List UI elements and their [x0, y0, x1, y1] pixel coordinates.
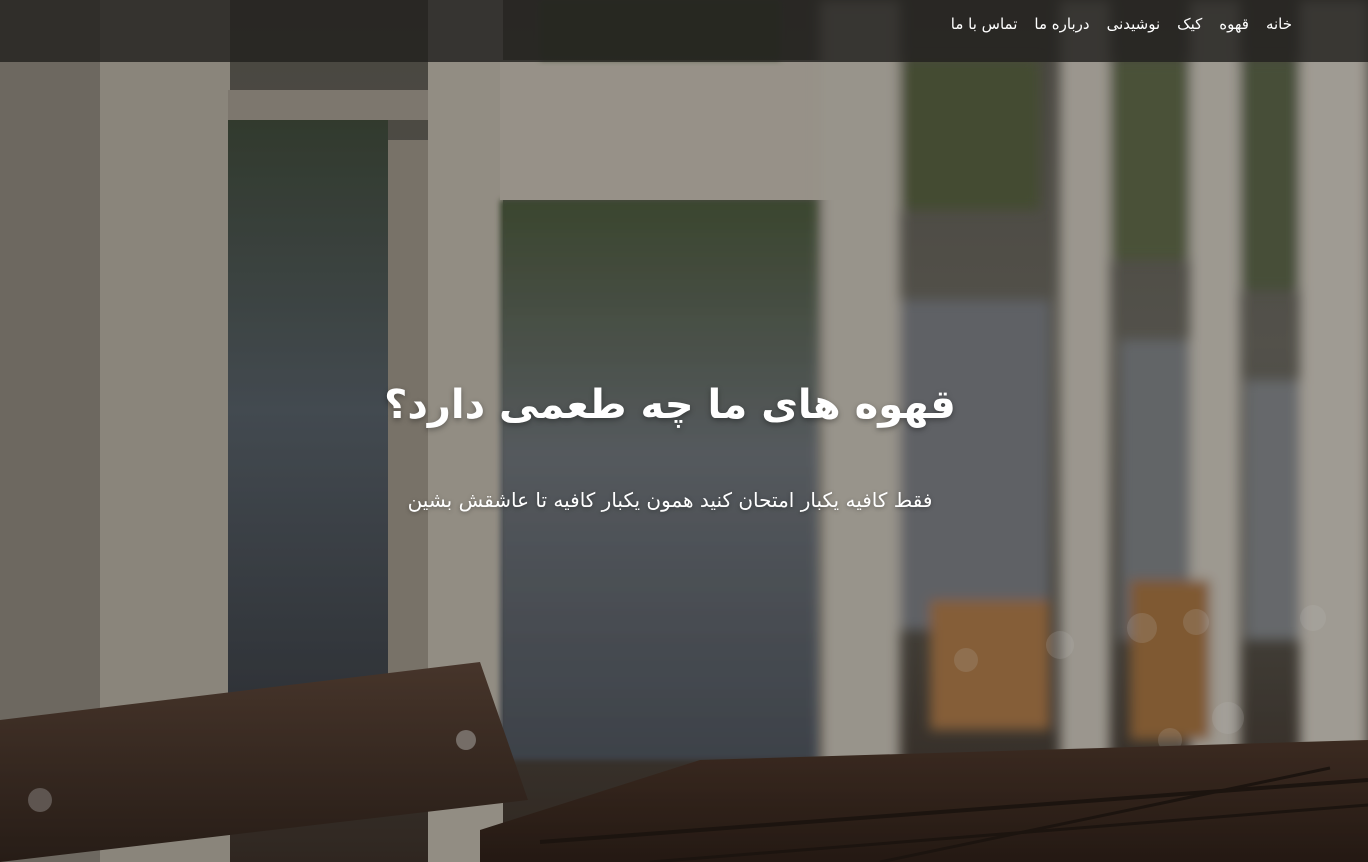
hero-background — [0, 0, 1368, 862]
nav-item-about: درباره ما — [1034, 14, 1089, 33]
nav-item-home: خانه — [1266, 14, 1292, 33]
nav-link-home[interactable]: خانه — [1266, 15, 1292, 33]
nav-item-contact: تماس با ما — [951, 14, 1018, 33]
nav-link-cake[interactable]: کیک — [1177, 15, 1202, 33]
nav-item-cake: کیک — [1177, 14, 1202, 33]
background-overlay — [0, 0, 1368, 862]
hero-subtitle: فقط کافیه یکبار امتحان کنید همون یکبار ک… — [407, 488, 933, 512]
nav-link-contact[interactable]: تماس با ما — [951, 15, 1018, 33]
nav-item-drinks: نوشیدنی — [1107, 14, 1161, 33]
nav-link-coffee[interactable]: قهوه — [1219, 15, 1249, 33]
nav-item-coffee: قهوه — [1219, 14, 1249, 33]
hero-title: قهوه های ما چه طعمی دارد؟ — [384, 382, 956, 428]
top-navbar: خانه قهوه کیک نوشیدنی درباره ما تماس با … — [0, 0, 1368, 62]
nav-link-about[interactable]: درباره ما — [1034, 15, 1089, 33]
nav-link-drinks[interactable]: نوشیدنی — [1107, 15, 1161, 33]
nav-menu: خانه قهوه کیک نوشیدنی درباره ما تماس با … — [951, 0, 1292, 46]
